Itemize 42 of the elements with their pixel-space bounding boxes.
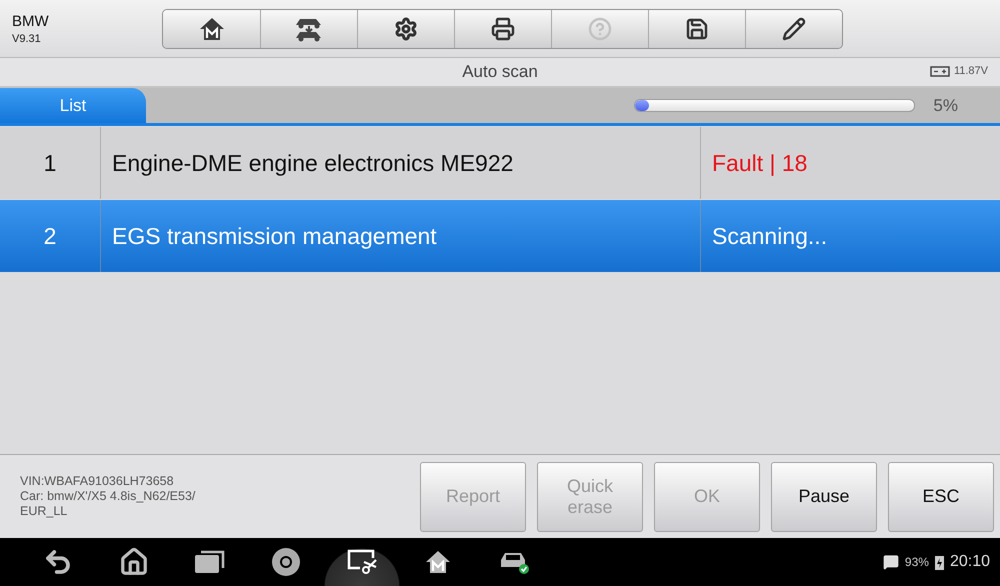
action-button[interactable]: ESC [888,462,994,532]
save-icon [685,16,709,40]
vehicle-info: Car: bmw/X'/X5 4.8is_N62/E53/ [20,489,196,504]
clock: 20:10 [950,553,990,571]
vehicle-info: VIN:WBAFA91036LH73658 [20,474,175,489]
battery-icon [934,554,944,570]
system-name: EGS transmission management [100,200,700,272]
toolbar-button[interactable] [648,10,745,48]
pencil-icon [782,16,806,40]
home-icon [119,547,149,577]
recents-icon [194,550,226,574]
house-icon [425,550,451,574]
toolbar-button[interactable] [454,10,551,48]
page-title: Auto scan [462,62,538,82]
tab[interactable]: List [0,88,146,123]
message-icon [882,554,899,570]
row-number: 2 [42,222,58,250]
list-row[interactable]: 1 Engine-DME engine electronics ME922 Fault | 18 [0,127,1000,199]
progress-reading: 5% [933,96,958,116]
toolbar-button[interactable] [163,10,260,48]
toolbar-button[interactable] [357,10,454,48]
toolbar-button[interactable] [745,10,842,48]
system-name: Engine-DME engine electronics ME922 [100,127,700,199]
vehicle-info: EUR_LL [20,504,68,519]
scan-status: Fault | 18 [700,127,1000,199]
brand-name: BMW [12,12,50,30]
battery-percent: 93% [904,555,929,569]
help-icon [588,16,612,40]
toolbar-button[interactable] [260,10,357,48]
voltage-reading: 11.87V [954,65,988,77]
row-number: 1 [42,148,58,178]
list-row[interactable]: 2 EGS transmission management Scanning... [0,200,1000,272]
back-icon [43,547,73,577]
screenshot-icon [346,548,378,576]
battery-icon [930,65,950,77]
printer-icon [491,16,515,40]
action-button[interactable]: Pause [771,462,877,532]
settings-icon [394,16,418,40]
house-icon [198,16,224,40]
browser-icon [271,547,301,577]
version-label: V9.31 [12,32,42,44]
scan-status: Scanning... [700,200,1000,272]
